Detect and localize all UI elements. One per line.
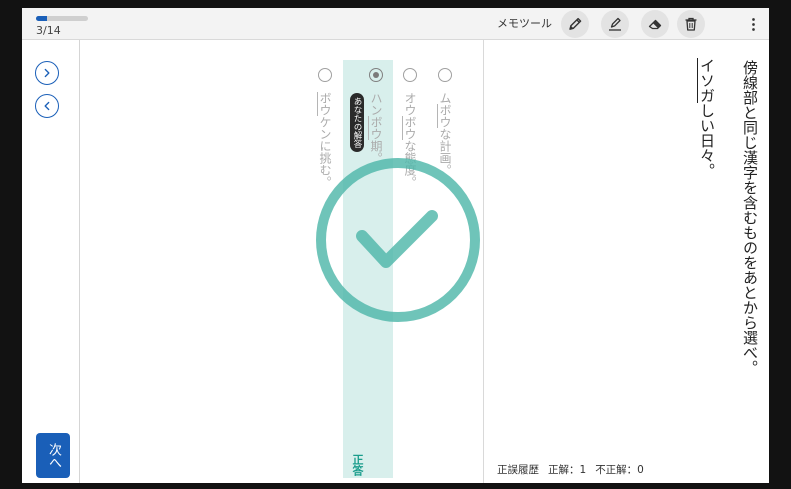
check-circle-icon bbox=[316, 158, 480, 322]
correct-answer-label: 正答 bbox=[351, 454, 364, 476]
pencil-icon bbox=[569, 17, 582, 30]
choice-1-text[interactable]: ムボウな計画。 bbox=[437, 92, 452, 176]
forward-button[interactable] bbox=[35, 61, 59, 85]
next-button-label: 次へ bbox=[46, 442, 61, 469]
top-bar: 3/14 メモツール bbox=[22, 8, 769, 40]
back-button[interactable] bbox=[35, 94, 59, 118]
choice-1-before: ム bbox=[438, 92, 452, 104]
stem-marked-text: イソガ bbox=[697, 58, 716, 103]
memo-tool-label: メモツール bbox=[497, 17, 552, 30]
highlighter-tool-button[interactable] bbox=[601, 10, 629, 38]
chevron-left-icon bbox=[44, 101, 50, 111]
highlighter-icon bbox=[609, 17, 621, 31]
question-prompt: 傍線部と同じ漢字を含むものをあとから選べ。 bbox=[741, 60, 759, 375]
choice-2-before: オウ bbox=[403, 92, 417, 116]
choice-3-before: ハン bbox=[369, 92, 383, 116]
progress-bar bbox=[36, 16, 88, 21]
progress-label: 3/14 bbox=[36, 24, 61, 37]
choice-3-radio[interactable] bbox=[369, 68, 383, 82]
answer-history: 正誤履歴 正解：1 不正解：0 bbox=[497, 463, 653, 477]
choice-2-after: な態度。 bbox=[403, 140, 417, 188]
pencil-tool-button[interactable] bbox=[561, 10, 589, 38]
eraser-tool-button[interactable] bbox=[641, 10, 669, 38]
choice-4-after: ケンに挑む。 bbox=[318, 116, 332, 188]
delete-tool-button[interactable] bbox=[677, 10, 705, 38]
choice-3-after: 期。 bbox=[369, 140, 383, 164]
more-menu-button[interactable] bbox=[746, 12, 760, 36]
choice-4-text[interactable]: ボウケンに挑む。 bbox=[317, 92, 332, 188]
choice-4-marked: ボウ bbox=[317, 92, 332, 116]
trash-icon bbox=[685, 17, 697, 31]
app-screen: 3/14 メモツール 次へ 傍線部と同じ漢字を含むものをあとから選べ。 イソガし… bbox=[22, 8, 769, 483]
progress-fill bbox=[36, 16, 48, 21]
choice-2-radio[interactable] bbox=[403, 68, 417, 82]
history-label: 正誤履歴 bbox=[497, 464, 539, 476]
stem-after: しい日々。 bbox=[698, 103, 716, 178]
choice-1-marked: ボウ bbox=[437, 104, 452, 128]
question-stem: イソガしい日々。 bbox=[697, 58, 716, 178]
your-answer-badge: あなたの解答 bbox=[350, 93, 364, 152]
choice-1-radio[interactable] bbox=[438, 68, 452, 82]
panel-divider bbox=[483, 40, 484, 483]
more-vertical-icon bbox=[751, 17, 755, 31]
choice-2-text[interactable]: オウボウな態度。 bbox=[402, 92, 417, 188]
chevron-right-icon bbox=[44, 68, 50, 78]
choice-3-marked: ボウ bbox=[368, 116, 383, 140]
history-incorrect-count: 不正解：0 bbox=[595, 464, 644, 476]
eraser-icon bbox=[648, 19, 662, 30]
choice-3-text[interactable]: ハンボウ期。 bbox=[368, 92, 383, 164]
choice-2-marked: ボウ bbox=[402, 116, 417, 140]
next-question-button[interactable]: 次へ bbox=[36, 433, 70, 478]
history-correct-count: 正解：1 bbox=[548, 464, 587, 476]
choice-4-radio[interactable] bbox=[318, 68, 332, 82]
sidebar: 次へ bbox=[22, 40, 80, 483]
choice-1-after: な計画。 bbox=[438, 128, 452, 176]
